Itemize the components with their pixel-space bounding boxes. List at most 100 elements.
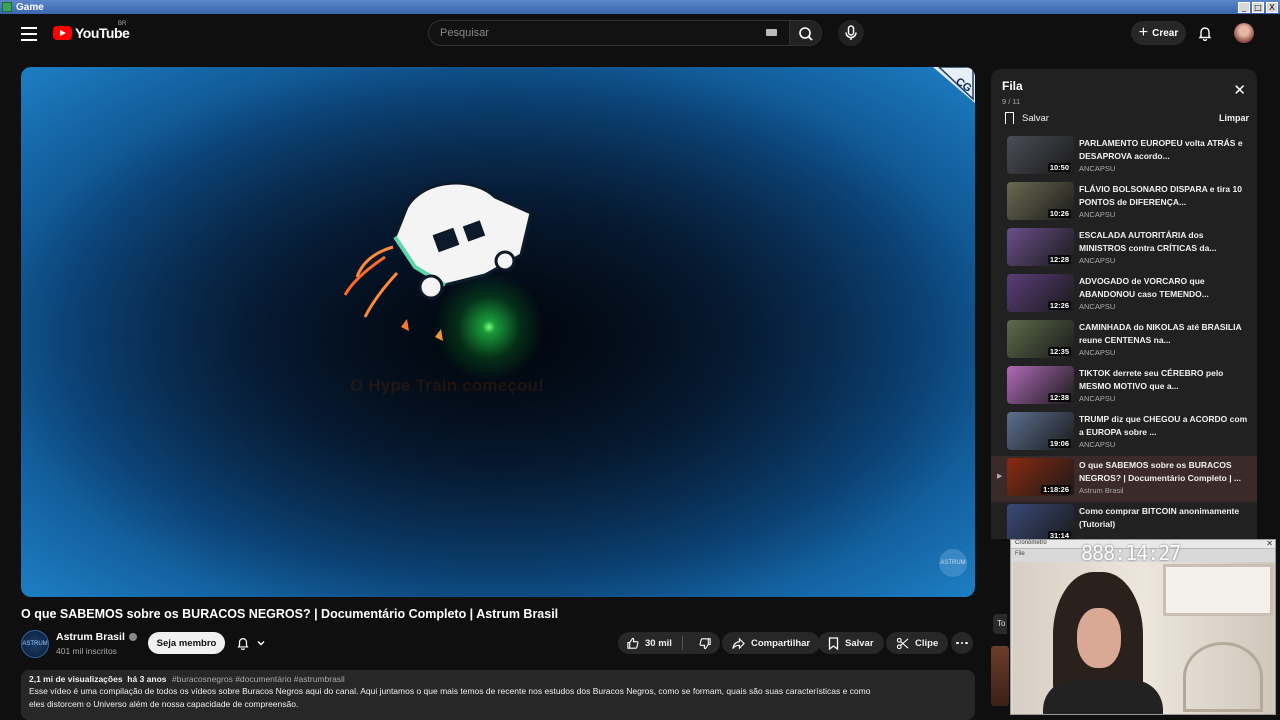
queue-item-channel: ANCAPSU — [1079, 164, 1116, 173]
background-window — [1163, 564, 1273, 616]
queue-duration: 10:50 — [1047, 163, 1071, 172]
green-glow — [434, 272, 544, 382]
timer-window-label: Cronômetro — [1015, 540, 1047, 546]
masthead: YouTube BR + Crear — [0, 14, 1280, 56]
queue-item-title: O que SABEMOS sobre os BURACOS NEGROS? |… — [1079, 460, 1242, 483]
channel-name-text: Astrum Brasil — [56, 631, 125, 643]
create-button[interactable]: + Crear — [1131, 21, 1186, 45]
side-thumbnail[interactable] — [991, 646, 1009, 706]
channel-name[interactable]: Astrum Brasil — [56, 631, 137, 643]
close-window-button[interactable]: X — [1266, 1, 1278, 13]
subscription-notifications-button[interactable] — [232, 632, 278, 654]
queue-item-title: CAMINHADA do NIKOLAS até BRASILIA reune … — [1079, 322, 1242, 345]
subscriber-count: 401 mil inscritos — [56, 646, 117, 656]
description-box[interactable]: 2,1 mi de visualizações há 3 anos #burac… — [21, 670, 975, 720]
queue-thumbnail[interactable]: 12:35 — [1007, 320, 1074, 358]
queue-clear-button[interactable]: Limpar — [1219, 113, 1249, 123]
queue-duration: 12:38 — [1047, 393, 1071, 402]
os-title-bar: Game _ □ X — [0, 0, 1280, 14]
youtube-logo[interactable]: YouTube BR — [53, 21, 130, 41]
more-actions-button[interactable] — [951, 632, 973, 654]
queue-item[interactable]: 10:50 PARLAMENTO EUROPEU volta ATRÁS e DE… — [991, 134, 1257, 180]
queue-item-title: Como comprar BITCOIN anonimamente (Tutor… — [1079, 506, 1240, 529]
search-box[interactable] — [428, 20, 790, 46]
microphone-icon — [845, 25, 857, 40]
keyboard-icon[interactable] — [766, 29, 777, 36]
side-tab[interactable]: To — [993, 614, 1007, 634]
queue-item-channel: Astrum Brasil — [1079, 486, 1124, 495]
search-input[interactable] — [440, 27, 740, 39]
queue-item[interactable]: ▶ 1:18:26 O que SABEMOS sobre os BURACOS N… — [991, 456, 1257, 502]
save-group: Salvar — [818, 632, 884, 654]
bell-icon — [1198, 27, 1212, 42]
queue-item[interactable]: 31:14 Como comprar BITCOIN anonimamente (… — [991, 502, 1257, 539]
queue-item[interactable]: 19:06 TRUMP diz que CHEGOU a ACORDO com a… — [991, 410, 1257, 456]
clip-button[interactable]: Clipe — [886, 632, 949, 654]
queue-item[interactable]: 12:28 ESCALADA AUTORITÁRIA dos MINISTROS … — [991, 226, 1257, 272]
queue-item[interactable]: 10:26 FLÁVIO BOLSONARO DISPARA e tira 10 … — [991, 180, 1257, 226]
queue-thumbnail[interactable]: 12:38 — [1007, 366, 1074, 404]
share-icon — [732, 637, 745, 649]
clip-label: Clipe — [915, 637, 939, 649]
queue-item-title: ESCALADA AUTORITÁRIA dos MINISTROS contr… — [1079, 230, 1217, 253]
queue-duration: 1:18:26 — [1041, 485, 1071, 494]
timer-menu[interactable]: File — [1015, 551, 1025, 557]
timer-close-icon[interactable]: ✕ — [1266, 539, 1273, 548]
like-button[interactable]: 30 mil — [626, 636, 683, 650]
person-face — [1077, 608, 1121, 668]
queue-thumbnail[interactable]: 10:50 — [1007, 136, 1074, 174]
video-player[interactable]: CG O Hype Train começou! ASTRUM — [21, 67, 975, 597]
queue-item[interactable]: 12:35 CAMINHADA do NIKOLAS até BRASILIA r… — [991, 318, 1257, 364]
queue-save-button[interactable]: Salvar — [1005, 112, 1049, 124]
hashtags[interactable]: #buracosnegros #documentário #astrumbras… — [172, 674, 345, 684]
menu-icon[interactable] — [21, 27, 37, 41]
queue-duration: 31:14 — [1047, 531, 1071, 539]
join-button[interactable]: Seja membro — [148, 632, 225, 654]
video-title: O que SABEMOS sobre os BURACOS NEGROS? |… — [21, 607, 559, 621]
share-group: Compartilhar — [722, 632, 821, 654]
logo-wordmark: YouTube — [75, 25, 130, 41]
minimize-button[interactable]: _ — [1238, 1, 1250, 13]
search-button[interactable] — [790, 20, 822, 46]
queue-item[interactable]: 12:26 ADVOGADO de VORCARO que ABANDONOU c… — [991, 272, 1257, 318]
queue-list: 10:50 PARLAMENTO EUROPEU volta ATRÁS e DE… — [991, 134, 1257, 539]
verified-icon — [128, 633, 137, 641]
queue-thumbnail[interactable]: 12:26 — [1007, 274, 1074, 312]
queue-duration: 12:35 — [1047, 347, 1071, 356]
close-icon[interactable]: ✕ — [1233, 83, 1246, 98]
save-label: Salvar — [845, 637, 874, 649]
hype-train-text: O Hype Train começou! — [350, 376, 545, 395]
clip-group: Clipe — [886, 632, 949, 654]
webcam-overlay: Cronômetro ✕ File 888:14:27 — [1010, 539, 1276, 715]
queue-thumbnail[interactable]: 10:26 — [1007, 182, 1074, 220]
account-avatar[interactable] — [1234, 23, 1254, 43]
queue-item-channel: ANCAPSU — [1079, 440, 1116, 449]
channel-watermark[interactable]: ASTRUM — [939, 549, 967, 577]
bookmark-icon — [1005, 112, 1014, 124]
queue-duration: 19:06 — [1047, 439, 1071, 448]
search-icon — [799, 27, 813, 41]
description-meta: 2,1 mi de visualizações há 3 anos #burac… — [29, 674, 967, 684]
bookmark-icon — [828, 636, 839, 650]
queue-thumbnail[interactable]: 19:06 — [1007, 412, 1074, 450]
webcam-feed — [1013, 562, 1275, 714]
queue-thumbnail[interactable]: 31:14 — [1007, 504, 1074, 539]
dislike-button[interactable] — [689, 637, 712, 650]
app-icon — [2, 2, 12, 12]
queue-thumbnail[interactable]: 12:28 — [1007, 228, 1074, 266]
queue-item-channel: ANCAPSU — [1079, 302, 1116, 311]
queue-position: 9 / 11 — [1002, 97, 1021, 106]
maximize-button[interactable]: □ — [1252, 1, 1264, 13]
share-button[interactable]: Compartilhar — [722, 632, 821, 654]
queue-thumbnail[interactable]: 1:18:26 — [1007, 458, 1074, 496]
notifications-button[interactable] — [1197, 25, 1213, 46]
save-video-button[interactable]: Salvar — [818, 632, 884, 654]
voice-search-button[interactable] — [838, 20, 864, 46]
description-line: Esse vídeo é uma compilação de todos os … — [29, 686, 871, 696]
share-label: Compartilhar — [751, 637, 811, 649]
like-dislike-pill: 30 mil — [618, 632, 720, 654]
channel-avatar[interactable]: ASTRUM — [21, 630, 49, 658]
queue-item[interactable]: 12:38 TIKTOK derrete seu CÉREBRO pelo MES… — [991, 364, 1257, 410]
view-count: 2,1 mi de visualizações — [29, 674, 123, 684]
like-dislike-group: 30 mil — [618, 632, 720, 654]
